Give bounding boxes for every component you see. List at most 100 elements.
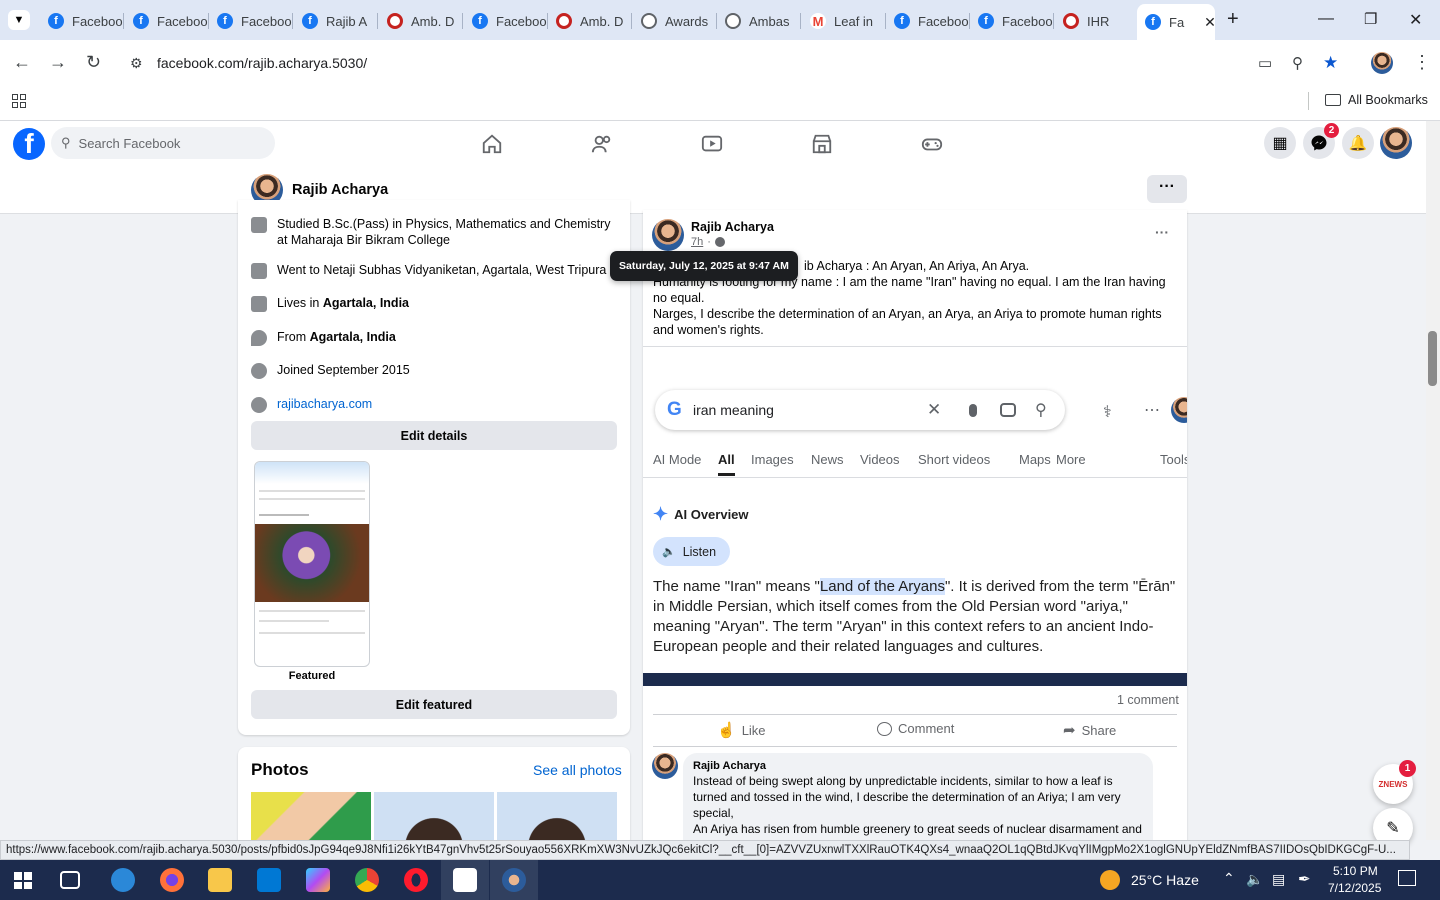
commenter-avatar[interactable] bbox=[652, 753, 678, 779]
page-scrollbar[interactable] bbox=[1426, 121, 1440, 840]
profile-name[interactable]: Rajib Acharya bbox=[292, 182, 388, 198]
browser-tab[interactable]: Awards bbox=[633, 8, 717, 34]
notifications-bell-icon[interactable]: 🔔 bbox=[1342, 127, 1374, 159]
clock-time[interactable]: 5:10 PM bbox=[1333, 864, 1378, 878]
bookmarks-bar: All Bookmarks bbox=[0, 86, 1440, 121]
gaming-icon[interactable] bbox=[920, 132, 944, 156]
post-time-text[interactable]: 7h bbox=[691, 236, 703, 248]
browser-tab[interactable]: Ambas bbox=[717, 8, 801, 34]
browser-tab[interactable]: Amb. D bbox=[548, 8, 632, 34]
tab-search-button[interactable]: ▼ bbox=[8, 10, 30, 30]
comment-button[interactable]: Comment bbox=[877, 721, 954, 736]
forward-button[interactable]: → bbox=[49, 52, 67, 73]
restore-button[interactable]: ❐ bbox=[1364, 10, 1377, 28]
browser-tab[interactable]: f Facebook bbox=[886, 8, 970, 34]
photo-thumb[interactable] bbox=[374, 792, 494, 847]
weather-text[interactable]: 25°C Haze bbox=[1131, 872, 1199, 888]
store-icon[interactable] bbox=[257, 868, 281, 892]
like-button[interactable]: ☝ Like bbox=[717, 721, 766, 739]
windows-start-icon[interactable] bbox=[14, 872, 32, 889]
post-image[interactable]: G iran meaning ✕ ⚲ ⚕ ⋯ AI Mode All Images N… bbox=[643, 346, 1187, 686]
post-author-avatar[interactable] bbox=[652, 219, 684, 251]
network-icon[interactable]: ▤ bbox=[1272, 871, 1285, 888]
post-time[interactable]: 7h · bbox=[691, 236, 725, 248]
browser-tab[interactable]: Amb. D bbox=[379, 8, 463, 34]
browser-tab[interactable]: M Leaf in bbox=[802, 8, 886, 34]
browser-tab[interactable]: f Rajib A bbox=[294, 8, 378, 34]
video-icon[interactable] bbox=[700, 132, 724, 156]
post-author-name[interactable]: Rajib Acharya bbox=[691, 220, 774, 234]
google-query: iran meaning bbox=[693, 402, 774, 418]
friends-icon[interactable] bbox=[590, 132, 614, 156]
post-more-button[interactable]: ··· bbox=[1155, 224, 1169, 240]
search-input[interactable]: ⚲ Search Facebook bbox=[51, 127, 275, 159]
apps-grid-icon[interactable] bbox=[12, 94, 26, 108]
graduation-cap-icon bbox=[251, 263, 267, 279]
show-hidden-icons[interactable]: ⌃ bbox=[1223, 870, 1235, 887]
facebook-logo-icon[interactable]: f bbox=[13, 128, 45, 160]
notification-center-icon[interactable] bbox=[1398, 870, 1416, 886]
all-bookmarks-button[interactable]: All Bookmarks bbox=[1325, 93, 1428, 107]
intro-location[interactable]: Agartala, India bbox=[310, 330, 396, 344]
minimize-button[interactable]: — bbox=[1318, 10, 1334, 28]
pen-icon[interactable]: ✒ bbox=[1298, 870, 1311, 888]
browser-tab[interactable]: f Facebook bbox=[40, 8, 124, 34]
app-icon[interactable] bbox=[111, 868, 135, 892]
chrome-icon[interactable] bbox=[355, 868, 379, 892]
browser-profile-task-icon[interactable] bbox=[502, 868, 526, 892]
install-icon[interactable]: ▭ bbox=[1258, 54, 1272, 72]
see-all-photos-link[interactable]: See all photos bbox=[533, 762, 622, 778]
google-account-avatar bbox=[1171, 397, 1187, 423]
back-button[interactable]: ← bbox=[13, 52, 31, 73]
intro-card: Studied B.Sc.(Pass) in Physics, Mathemat… bbox=[238, 200, 630, 735]
task-view-icon[interactable] bbox=[60, 871, 80, 889]
menu-grid-icon[interactable]: ▦ bbox=[1264, 127, 1296, 159]
gmail-icon: M bbox=[810, 13, 826, 29]
browser-tab[interactable]: f Facebook bbox=[125, 8, 209, 34]
browser-profile-avatar[interactable] bbox=[1371, 52, 1393, 74]
account-avatar[interactable] bbox=[1380, 127, 1412, 159]
comment-author[interactable]: Rajib Acharya bbox=[693, 759, 1143, 773]
photo-thumb[interactable] bbox=[251, 792, 371, 847]
bookmark-star-icon[interactable]: ★ bbox=[1323, 53, 1338, 73]
opera-icon[interactable] bbox=[404, 868, 428, 892]
zoom-icon[interactable]: ⚲ bbox=[1292, 54, 1303, 72]
notepad-icon[interactable] bbox=[453, 868, 477, 892]
tab-active[interactable]: f Fa ✕ bbox=[1137, 4, 1215, 40]
post-card: Rajib Acharya 7h · ··· ib Acharya : An Ar… bbox=[643, 210, 1187, 853]
scrollbar-thumb[interactable] bbox=[1428, 331, 1437, 386]
home-icon[interactable] bbox=[480, 132, 504, 156]
website-link[interactable]: rajibacharya.com bbox=[277, 396, 372, 413]
reload-button[interactable]: ↻ bbox=[86, 52, 101, 73]
address-bar[interactable]: ⚙ facebook.com/rajib.acharya.5030/ ▭ ⚲ ★ bbox=[120, 47, 1352, 79]
copilot-icon[interactable] bbox=[306, 868, 330, 892]
clock-date[interactable]: 7/12/2025 bbox=[1328, 881, 1381, 895]
file-explorer-icon[interactable] bbox=[208, 868, 232, 892]
browser-menu-icon[interactable]: ⋮ bbox=[1413, 52, 1431, 73]
edit-featured-button[interactable]: Edit featured bbox=[251, 690, 617, 719]
share-button[interactable]: ➦ Share bbox=[1063, 721, 1116, 739]
sparkle-icon: ✦ bbox=[653, 504, 669, 524]
comment-count[interactable]: 1 comment bbox=[1117, 693, 1179, 707]
post-text-line: Narges, I describe the determination of … bbox=[653, 307, 1162, 337]
browser-tab[interactable]: IHR bbox=[1055, 8, 1139, 34]
apps-grid-icon: ⋯ bbox=[1144, 402, 1160, 419]
marketplace-icon[interactable] bbox=[810, 132, 834, 156]
firefox-icon[interactable] bbox=[160, 868, 184, 892]
featured-thumbnail[interactable] bbox=[254, 461, 370, 667]
window-close-button[interactable]: ✕ bbox=[1409, 10, 1422, 30]
site-favicon-icon bbox=[1063, 13, 1079, 29]
globe-icon bbox=[725, 13, 741, 29]
edit-details-button[interactable]: Edit details bbox=[251, 421, 617, 450]
volume-icon[interactable]: 🔈 bbox=[1246, 871, 1263, 888]
profile-more-button[interactable]: ··· bbox=[1147, 175, 1187, 203]
site-info-icon[interactable]: ⚙ bbox=[130, 55, 143, 72]
comment-label: Comment bbox=[898, 721, 955, 736]
photo-thumb[interactable] bbox=[497, 792, 617, 847]
browser-tab[interactable]: f Facebook bbox=[464, 8, 548, 34]
intro-location[interactable]: Agartala, India bbox=[323, 296, 409, 310]
browser-tab[interactable]: f Facebook bbox=[970, 8, 1054, 34]
browser-tab[interactable]: f Facebook bbox=[209, 8, 293, 34]
new-tab-button[interactable]: + bbox=[1227, 8, 1239, 31]
close-icon[interactable]: ✕ bbox=[1204, 14, 1215, 31]
